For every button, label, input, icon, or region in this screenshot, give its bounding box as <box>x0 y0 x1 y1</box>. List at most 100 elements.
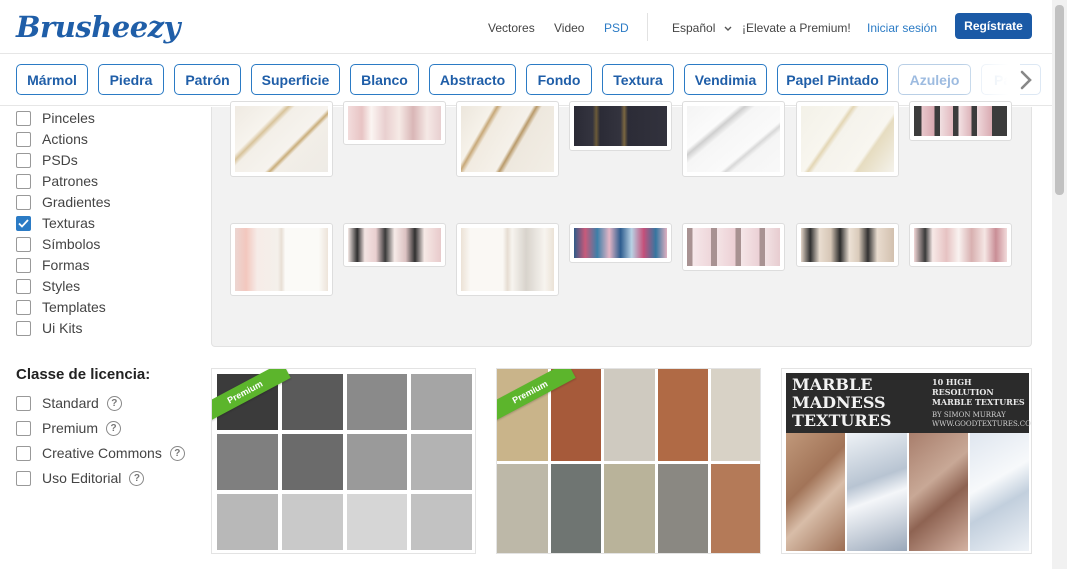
license-uso-editorial[interactable]: Uso Editorial? <box>16 469 145 487</box>
filter-label: Patrones <box>42 173 99 189</box>
help-icon[interactable]: ? <box>169 445 185 461</box>
preview-thumb[interactable] <box>909 223 1012 267</box>
tag-vendimia[interactable]: Vendimia <box>684 64 767 95</box>
premium-link[interactable]: ¡Elevate a Premium! <box>742 21 851 35</box>
tag-superficie[interactable]: Superficie <box>251 64 340 95</box>
tag-marmol[interactable]: Mármol <box>16 64 88 95</box>
texture-tile <box>217 494 278 550</box>
texture-tile <box>411 494 472 550</box>
tag-piedra[interactable]: Piedra <box>98 64 164 95</box>
filter-styles[interactable]: Styles <box>16 277 80 295</box>
marble-texture-strips <box>786 433 1029 551</box>
language-selector[interactable]: Español <box>672 21 732 35</box>
texture-tile <box>281 434 343 490</box>
filter-texturas[interactable]: Texturas <box>16 214 95 232</box>
marble-subtitle: 10 HIGH RESOLUTION MARBLE TEXTURES <box>932 377 1029 407</box>
nav-psd-link[interactable]: PSD <box>604 21 629 35</box>
preview-thumb[interactable] <box>569 101 672 151</box>
filter-actions[interactable]: Actions <box>16 130 88 148</box>
filter-ui-kits[interactable]: Ui Kits <box>16 319 82 337</box>
preview-thumb[interactable] <box>909 101 1012 141</box>
preview-thumb[interactable] <box>796 223 899 267</box>
checkbox[interactable] <box>16 278 31 294</box>
texture-card-marble-madness[interactable]: MARBLE MADNESS TEXTURES 10 HIGH RESOLUTI… <box>781 368 1032 554</box>
texture-card-walls[interactable]: Premium <box>496 368 761 554</box>
filter-label: Gradientes <box>42 194 111 210</box>
nav-video-link[interactable]: Video <box>554 21 584 35</box>
checkbox[interactable] <box>16 173 31 189</box>
chevron-right-icon <box>1020 70 1032 90</box>
tag-papel-pintado[interactable]: Papel Pintado <box>777 64 888 95</box>
texture-tile <box>346 494 408 550</box>
texture-tile <box>217 434 278 490</box>
tags-next-button[interactable] <box>1014 66 1038 94</box>
brusheezy-logo[interactable]: Brusheezy <box>16 10 181 44</box>
login-link[interactable]: Iniciar sesión <box>867 21 937 35</box>
texture-tile <box>281 494 343 550</box>
texture-tile <box>346 374 408 430</box>
texture-tile <box>604 369 655 461</box>
filter-label: Ui Kits <box>42 320 83 336</box>
preview-thumb[interactable] <box>343 101 446 145</box>
marble-author-line: WWW.GOODTEXTURES.COM <box>932 420 1032 428</box>
checkbox[interactable] <box>16 299 31 315</box>
marble-title-line: MADNESS <box>792 393 886 412</box>
tag-fondo[interactable]: Fondo <box>526 64 592 95</box>
preview-thumb[interactable] <box>343 223 446 267</box>
texture-card-concrete[interactable]: Premium <box>211 368 476 554</box>
checkbox[interactable] <box>16 420 31 436</box>
chevron-down-icon <box>724 26 732 31</box>
tag-abstracto[interactable]: Abstracto <box>429 64 516 95</box>
register-button[interactable]: Regístrate <box>955 13 1032 39</box>
preview-thumb[interactable] <box>682 101 785 177</box>
filter-gradientes[interactable]: Gradientes <box>16 193 110 211</box>
preview-thumb[interactable] <box>456 101 559 177</box>
preview-thumb[interactable] <box>682 223 785 271</box>
checkbox[interactable] <box>16 257 31 273</box>
license-premium[interactable]: Premium? <box>16 419 122 437</box>
license-label: Uso Editorial <box>42 470 122 486</box>
checkbox[interactable] <box>16 445 31 461</box>
preview-thumb[interactable] <box>569 223 672 263</box>
tag-patron[interactable]: Patrón <box>174 64 241 95</box>
help-icon[interactable]: ? <box>106 420 122 436</box>
filter-pinceles[interactable]: Pinceles <box>16 109 95 127</box>
license-section-title: Classe de licencia: <box>16 366 151 383</box>
filter-psds[interactable]: PSDs <box>16 151 78 169</box>
checkbox[interactable] <box>16 131 31 147</box>
license-creative-commons[interactable]: Creative Commons? <box>16 444 185 462</box>
tag-textura[interactable]: Textura <box>602 64 674 95</box>
checkbox[interactable] <box>16 152 31 168</box>
preview-thumb[interactable] <box>230 101 333 177</box>
checkbox[interactable] <box>16 194 31 210</box>
filter-label: Pinceles <box>42 110 95 126</box>
checkbox[interactable] <box>16 470 31 486</box>
filter-label: Símbolos <box>42 236 101 252</box>
filter-patrones[interactable]: Patrones <box>16 172 98 190</box>
marble-subtitle-line: 10 HIGH RESOLUTION <box>932 377 994 397</box>
filter-simbolos[interactable]: Símbolos <box>16 235 100 253</box>
nav-vectors-link[interactable]: Vectores <box>488 21 535 35</box>
texture-tile <box>657 369 709 461</box>
checkbox[interactable] <box>16 395 31 411</box>
filter-templates[interactable]: Templates <box>16 298 106 316</box>
marble-banner: MARBLE MADNESS TEXTURES 10 HIGH RESOLUTI… <box>786 373 1032 433</box>
preview-thumb[interactable] <box>796 101 899 177</box>
checkbox[interactable] <box>16 320 31 336</box>
scrollbar-thumb[interactable] <box>1055 5 1064 195</box>
tag-bar: Mármol Piedra Patrón Superficie Blanco A… <box>0 54 1052 106</box>
texture-tile <box>908 433 968 551</box>
license-standard[interactable]: Standard? <box>16 394 122 412</box>
preview-thumb[interactable] <box>230 223 333 296</box>
checkbox-checked[interactable] <box>16 215 31 231</box>
marble-title-line: TEXTURES <box>792 411 892 430</box>
help-icon[interactable]: ? <box>129 470 145 486</box>
texture-tile <box>711 369 760 461</box>
help-icon[interactable]: ? <box>106 395 122 411</box>
checkbox[interactable] <box>16 110 31 126</box>
filter-formas[interactable]: Formas <box>16 256 89 274</box>
checkbox[interactable] <box>16 236 31 252</box>
tag-blanco[interactable]: Blanco <box>350 64 419 95</box>
page-scrollbar[interactable] <box>1052 0 1067 569</box>
preview-thumb[interactable] <box>456 223 559 296</box>
